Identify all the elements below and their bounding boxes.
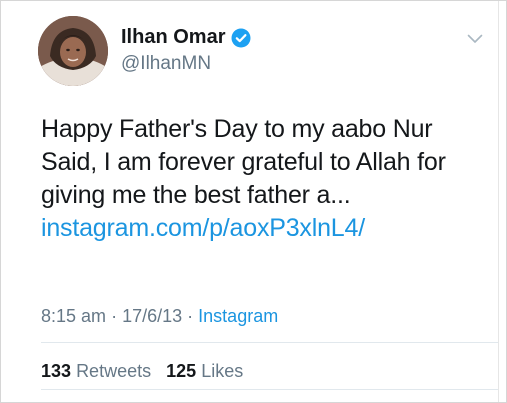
- meta-separator-2: ·: [187, 306, 194, 326]
- divider-bottom: [41, 389, 498, 390]
- divider: [41, 342, 498, 343]
- avatar[interactable]: [38, 16, 108, 86]
- tweet-line-2: Said, I am forever grateful to Allah for: [41, 148, 446, 176]
- likes-count: 125: [166, 361, 197, 381]
- display-name[interactable]: Ilhan Omar: [121, 26, 251, 49]
- tweet-stats: 133 Retweets 125 Likes: [41, 361, 243, 382]
- user-handle[interactable]: @IlhanMN: [121, 53, 211, 75]
- retweets-count: 133: [41, 361, 72, 381]
- tweet-date[interactable]: 17/6/13: [122, 306, 182, 326]
- avatar-image: [38, 16, 108, 86]
- likes-label: Likes: [201, 361, 244, 381]
- tweet-card: Ilhan Omar @IlhanMN Happy Father's Day t…: [0, 0, 507, 403]
- tweet-time[interactable]: 8:15 am: [41, 306, 106, 326]
- verified-badge-icon: [231, 28, 251, 48]
- chevron-down-icon[interactable]: [467, 34, 483, 44]
- display-name-text: Ilhan Omar: [121, 26, 226, 48]
- tweet-line-3: giving me the best father a...: [41, 181, 351, 209]
- tweet-source[interactable]: Instagram: [198, 306, 278, 326]
- retweets-label: Retweets: [76, 361, 152, 381]
- likes-stat[interactable]: 125 Likes: [166, 361, 243, 381]
- card-edge: [498, 1, 499, 402]
- retweets-stat[interactable]: 133 Retweets: [41, 361, 156, 381]
- tweet-meta: 8:15 am · 17/6/13 · Instagram: [41, 306, 278, 327]
- meta-separator: ·: [111, 306, 118, 326]
- tweet-text: Happy Father's Day to my aabo Nur Said, …: [41, 113, 481, 245]
- tweet-line-1: Happy Father's Day to my aabo Nur: [41, 115, 433, 143]
- tweet-link[interactable]: instagram.com/p/aoxP3xlnL4/: [41, 214, 365, 242]
